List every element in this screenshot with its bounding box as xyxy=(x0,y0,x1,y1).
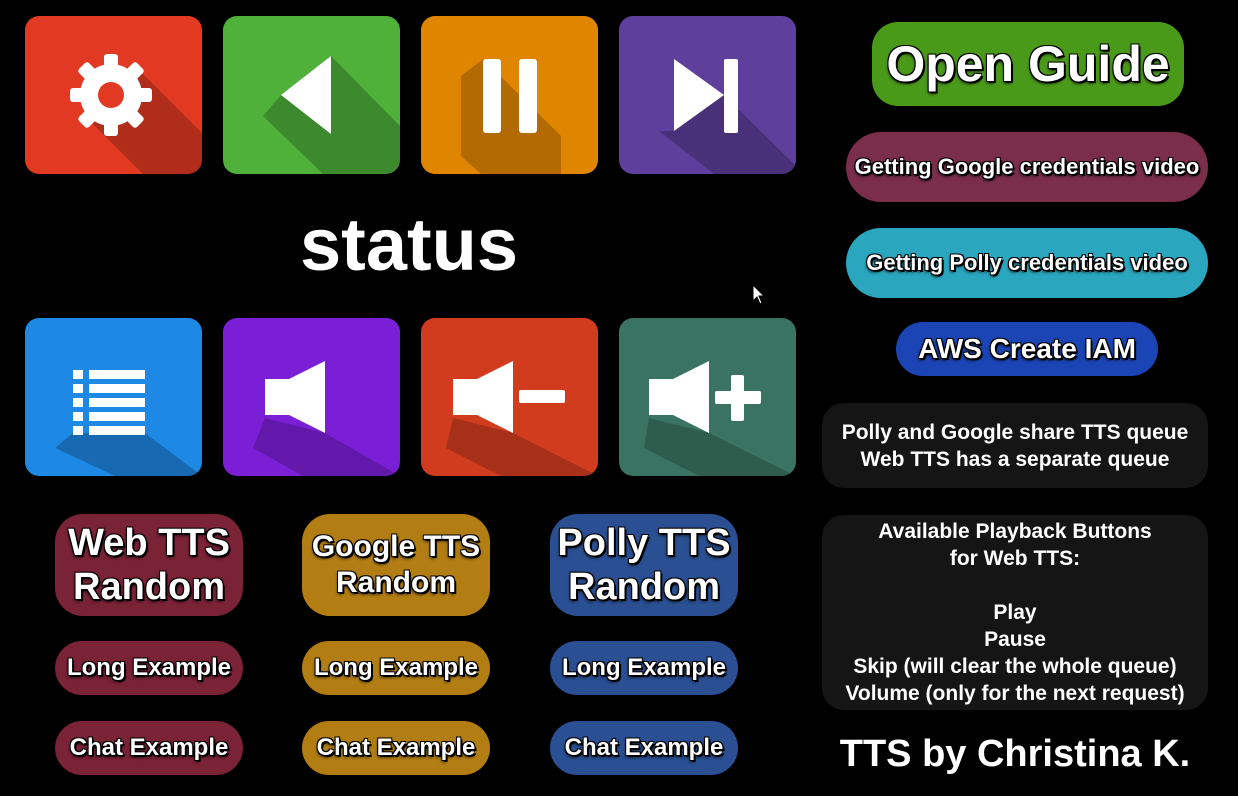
google-tts-random-line2: Random xyxy=(336,566,456,599)
queue-list-button[interactable] xyxy=(25,318,202,476)
web-tts-random-button[interactable]: Web TTS Random xyxy=(55,514,243,616)
web-tts-random-line1: Web TTS xyxy=(68,522,230,564)
playback-info-line: Available Playback Buttons xyxy=(878,520,1152,543)
settings-button[interactable] xyxy=(25,16,202,174)
polly-tts-random-line1: Polly TTS xyxy=(557,522,731,564)
speaker-icon xyxy=(253,361,400,476)
polly-tts-random-line2: Random xyxy=(568,566,720,608)
google-credentials-video-button[interactable]: Getting Google credentials video xyxy=(846,132,1208,202)
playback-info-line: Skip (will clear the whole queue) xyxy=(853,655,1177,678)
play-icon xyxy=(263,56,400,174)
mute-button[interactable] xyxy=(223,318,400,476)
web-tts-long-example-button[interactable]: Long Example xyxy=(55,641,243,695)
polly-tts-chat-example-button[interactable]: Chat Example xyxy=(550,721,738,775)
web-tts-chat-example-button[interactable]: Chat Example xyxy=(55,721,243,775)
list-icon xyxy=(55,370,202,476)
credit-text: TTS by Christina K. xyxy=(839,733,1191,775)
queue-info-line: Web TTS has a separate queue xyxy=(860,447,1170,471)
playback-info-line: Volume (only for the next request) xyxy=(845,682,1185,705)
volume-up-button[interactable] xyxy=(619,318,796,476)
playback-info-line: Play xyxy=(993,601,1037,624)
queue-info-line: Polly and Google share TTS queue xyxy=(841,420,1189,444)
play-button[interactable] xyxy=(223,16,400,174)
polly-credentials-video-button[interactable]: Getting Polly credentials video xyxy=(846,228,1208,298)
google-tts-random-line1: Google TTS xyxy=(311,530,481,563)
queue-info-box: Polly and Google share TTS queue Web TTS… xyxy=(822,403,1208,488)
pause-icon xyxy=(461,59,561,174)
playback-info-line: for Web TTS: xyxy=(949,547,1081,570)
status-text: status xyxy=(300,203,518,286)
polly-tts-long-example-button[interactable]: Long Example xyxy=(550,641,738,695)
gear-icon xyxy=(70,54,202,174)
pause-button[interactable] xyxy=(421,16,598,174)
google-tts-random-button[interactable]: Google TTS Random xyxy=(302,514,490,616)
skip-button[interactable] xyxy=(619,16,796,174)
google-tts-long-example-button[interactable]: Long Example xyxy=(302,641,490,695)
volume-down-button[interactable] xyxy=(421,318,598,476)
aws-create-iam-button[interactable]: AWS Create IAM xyxy=(896,322,1158,376)
open-guide-button[interactable]: Open Guide xyxy=(872,22,1184,106)
playback-info-box: Available Playback Buttons for Web TTS: … xyxy=(822,515,1208,710)
web-tts-random-line2: Random xyxy=(73,566,225,608)
polly-tts-random-button[interactable]: Polly TTS Random xyxy=(550,514,738,616)
skip-icon xyxy=(659,59,796,174)
playback-info-line: Pause xyxy=(984,628,1046,651)
volume-plus-icon xyxy=(644,361,796,476)
mouse-cursor-icon xyxy=(752,284,766,305)
google-tts-chat-example-button[interactable]: Chat Example xyxy=(302,721,490,775)
volume-minus-icon xyxy=(446,361,598,476)
